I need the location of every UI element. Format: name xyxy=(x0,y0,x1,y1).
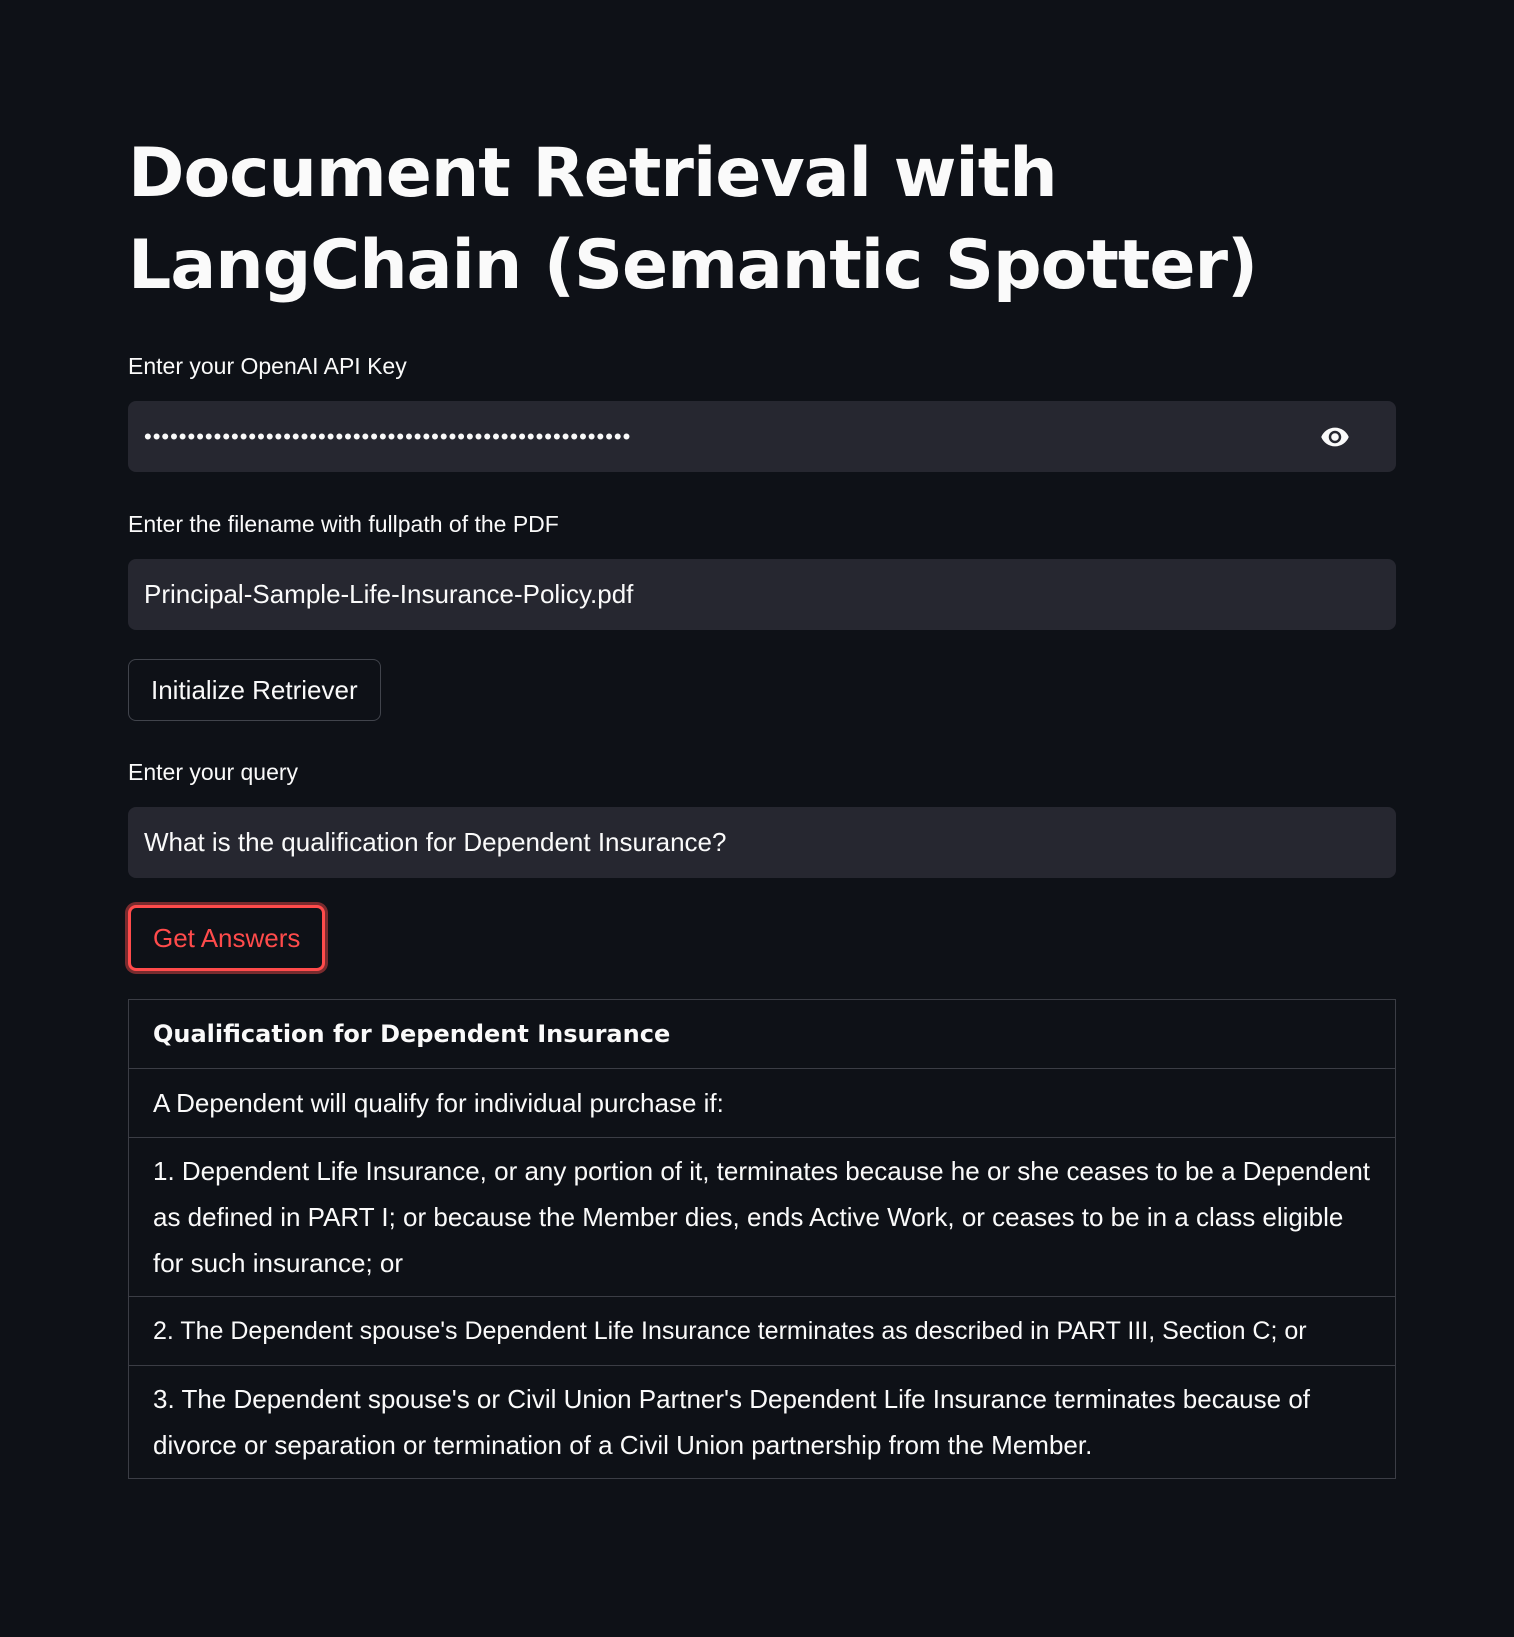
initialize-retriever-button[interactable]: Initialize Retriever xyxy=(128,659,381,721)
table-row: 3. The Dependent spouse's or Civil Union… xyxy=(128,1365,1396,1479)
table-cell: A Dependent will qualify for individual … xyxy=(128,1068,1396,1138)
answer-table-header: Qualification for Dependent Insurance xyxy=(128,999,1396,1069)
query-input[interactable] xyxy=(144,807,1294,878)
table-row: A Dependent will qualify for individual … xyxy=(128,1068,1396,1138)
api-key-input[interactable] xyxy=(144,401,1294,472)
get-answers-button[interactable]: Get Answers xyxy=(128,905,326,971)
pdf-path-field xyxy=(128,559,1396,630)
api-key-label: Enter your OpenAI API Key xyxy=(128,353,407,379)
table-row: 1. Dependent Life Insurance, or any port… xyxy=(128,1137,1396,1297)
table-cell: 2. The Dependent spouse's Dependent Life… xyxy=(128,1296,1396,1366)
answer-table: Qualification for Dependent Insurance A … xyxy=(128,999,1396,1479)
query-label: Enter your query xyxy=(128,759,299,785)
table-row: 2. The Dependent spouse's Dependent Life… xyxy=(128,1296,1396,1366)
eye-icon[interactable] xyxy=(1316,422,1354,452)
table-cell: 3. The Dependent spouse's or Civil Union… xyxy=(128,1365,1396,1479)
pdf-path-input[interactable] xyxy=(144,559,1294,630)
api-key-field xyxy=(128,401,1396,472)
query-field xyxy=(128,807,1396,878)
page-title: Document Retrieval with LangChain (Seman… xyxy=(128,134,1258,305)
pdf-path-label: Enter the filename with fullpath of the … xyxy=(128,511,559,537)
table-cell: 1. Dependent Life Insurance, or any port… xyxy=(128,1137,1396,1297)
table-header-row: Qualification for Dependent Insurance xyxy=(128,999,1396,1069)
